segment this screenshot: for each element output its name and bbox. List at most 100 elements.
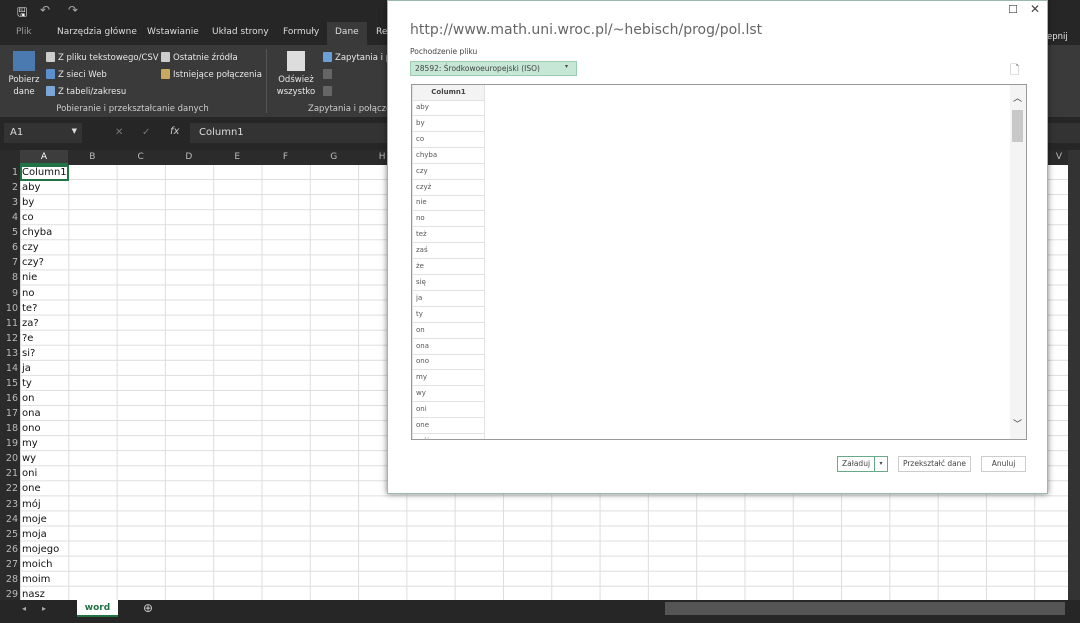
file-origin-select[interactable]: 28592: Środkowoeuropejski (ISO) ▾ — [410, 61, 577, 76]
tab-data[interactable]: Dane — [327, 22, 367, 45]
tab-page-layout[interactable]: Układ strony — [212, 27, 269, 37]
horizontal-scrollbar[interactable] — [665, 602, 1065, 615]
scroll-thumb[interactable] — [1012, 110, 1023, 142]
add-sheet-icon[interactable]: ⊕ — [143, 601, 153, 615]
column-header-a[interactable]: A — [20, 150, 68, 165]
row-header[interactable]: 7 — [0, 255, 20, 271]
column-header-f[interactable]: F — [261, 150, 310, 165]
cell-a10[interactable]: te? — [22, 301, 37, 316]
row-header[interactable]: 9 — [0, 285, 20, 301]
cell-a21[interactable]: oni — [22, 466, 37, 481]
row-header[interactable]: 17 — [0, 406, 20, 422]
column-header-v[interactable]: V — [1050, 150, 1068, 165]
cell-a2[interactable]: aby — [22, 180, 40, 195]
cancel-icon[interactable]: ✕ — [115, 127, 123, 138]
load-button[interactable]: Załaduj — [837, 456, 875, 472]
cell-a3[interactable]: by — [22, 195, 34, 210]
column-header-b[interactable]: B — [68, 150, 117, 165]
row-header[interactable]: 12 — [0, 330, 20, 346]
cell-a28[interactable]: moim — [22, 572, 50, 587]
cell-a27[interactable]: moich — [22, 557, 52, 572]
queries-connections-button[interactable]: Zapytania i p — [323, 52, 391, 63]
scroll-up-icon[interactable]: ︿ — [1013, 91, 1022, 104]
row-header[interactable]: 18 — [0, 421, 20, 437]
row-header[interactable]: 3 — [0, 195, 20, 211]
row-header[interactable]: 22 — [0, 481, 20, 497]
row-header[interactable]: 28 — [0, 571, 20, 587]
cell-a4[interactable]: co — [22, 210, 34, 225]
row-header[interactable]: 10 — [0, 300, 20, 316]
row-header[interactable]: 19 — [0, 436, 20, 452]
row-header[interactable]: 26 — [0, 541, 20, 557]
scroll-down-icon[interactable]: ﹀ — [1013, 417, 1022, 430]
from-table-button[interactable]: Z tabeli/zakresu — [46, 86, 126, 97]
confirm-icon[interactable]: ✓ — [142, 127, 150, 138]
cell-a17[interactable]: ona — [22, 406, 41, 421]
cell-a1[interactable]: Column1 — [22, 165, 67, 180]
column-header-g[interactable]: G — [309, 150, 358, 165]
tab-formulas[interactable]: Formuły — [283, 27, 319, 37]
ungroup-label[interactable]: epnij — [1047, 32, 1068, 42]
file-settings-icon[interactable]: 🗋 — [1010, 61, 1020, 82]
cell-a18[interactable]: ono — [22, 421, 41, 436]
prev-sheet-icon[interactable]: ◂ — [22, 604, 26, 613]
cell-a15[interactable]: ty — [22, 376, 32, 391]
save-icon[interactable]: 🖫 — [17, 3, 27, 24]
row-header[interactable]: 4 — [0, 210, 20, 226]
refresh-all-button[interactable]: Odśwież wszystko — [272, 51, 320, 98]
cell-a16[interactable]: on — [22, 391, 34, 406]
cell-a25[interactable]: moja — [22, 527, 47, 542]
preview-scrollbar[interactable]: ︿ ﹀ — [1010, 85, 1026, 439]
cell-a14[interactable]: ja — [22, 361, 31, 376]
cell-a23[interactable]: mój — [22, 497, 41, 512]
row-header[interactable]: 13 — [0, 345, 20, 361]
close-icon[interactable]: ✕ — [1030, 2, 1040, 16]
from-web-button[interactable]: Z sieci Web — [46, 69, 107, 80]
cell-a22[interactable]: one — [22, 481, 41, 496]
insert-function-icon[interactable]: fx — [170, 126, 179, 137]
vertical-scrollbar[interactable] — [1068, 150, 1080, 600]
recent-sources-button[interactable]: Ostatnie źródła — [161, 52, 238, 63]
row-header[interactable]: 1 — [0, 165, 20, 181]
get-data-button[interactable]: Pobierz dane — [8, 51, 40, 98]
cell-a9[interactable]: no — [22, 286, 34, 301]
tab-file[interactable]: Plik — [16, 27, 32, 37]
row-header[interactable]: 6 — [0, 240, 20, 256]
cell-a19[interactable]: my — [22, 436, 38, 451]
cell-a8[interactable]: nie — [22, 270, 37, 285]
row-header[interactable]: 21 — [0, 466, 20, 482]
cell-a5[interactable]: chyba — [22, 225, 52, 240]
cell-a7[interactable]: czy? — [22, 255, 44, 270]
existing-connections-button[interactable]: Istniejące połączenia — [161, 69, 262, 80]
next-sheet-icon[interactable]: ▸ — [42, 604, 46, 613]
transform-data-button[interactable]: Przekształć dane — [898, 456, 971, 472]
column-header-e[interactable]: E — [213, 150, 262, 165]
column-header-c[interactable]: C — [116, 150, 165, 165]
cell-a24[interactable]: moje — [22, 512, 47, 527]
row-header[interactable]: 14 — [0, 360, 20, 376]
tab-insert[interactable]: Wstawianie — [147, 27, 199, 37]
cell-a6[interactable]: czy — [22, 240, 39, 255]
row-header[interactable]: 23 — [0, 496, 20, 512]
maximize-icon[interactable]: ☐ — [1008, 3, 1018, 16]
row-header[interactable]: 5 — [0, 225, 20, 241]
from-text-button[interactable]: Z pliku tekstowego/CSV — [46, 52, 159, 63]
row-header[interactable]: 25 — [0, 526, 20, 542]
row-header[interactable]: 2 — [0, 180, 20, 196]
load-options-dropdown[interactable]: ▾ — [874, 456, 888, 472]
row-header[interactable]: 24 — [0, 511, 20, 527]
sheet-tab-word[interactable]: word — [77, 600, 118, 617]
cell-a13[interactable]: si? — [22, 346, 35, 361]
tab-review[interactable]: Re — [376, 27, 387, 37]
row-header[interactable]: 27 — [0, 556, 20, 572]
cell-a26[interactable]: mojego — [22, 542, 59, 557]
name-box[interactable]: A1 ▼ — [4, 123, 82, 143]
tab-home[interactable]: Narzędzia główne — [57, 27, 137, 37]
cell-a11[interactable]: za? — [22, 316, 39, 331]
row-header[interactable]: 16 — [0, 391, 20, 407]
row-header[interactable]: 15 — [0, 375, 20, 392]
cancel-button[interactable]: Anuluj — [981, 456, 1026, 472]
column-header-d[interactable]: D — [164, 150, 213, 165]
cell-a12[interactable]: ?e — [22, 331, 33, 346]
undo-icon[interactable]: ↶ — [40, 3, 50, 17]
